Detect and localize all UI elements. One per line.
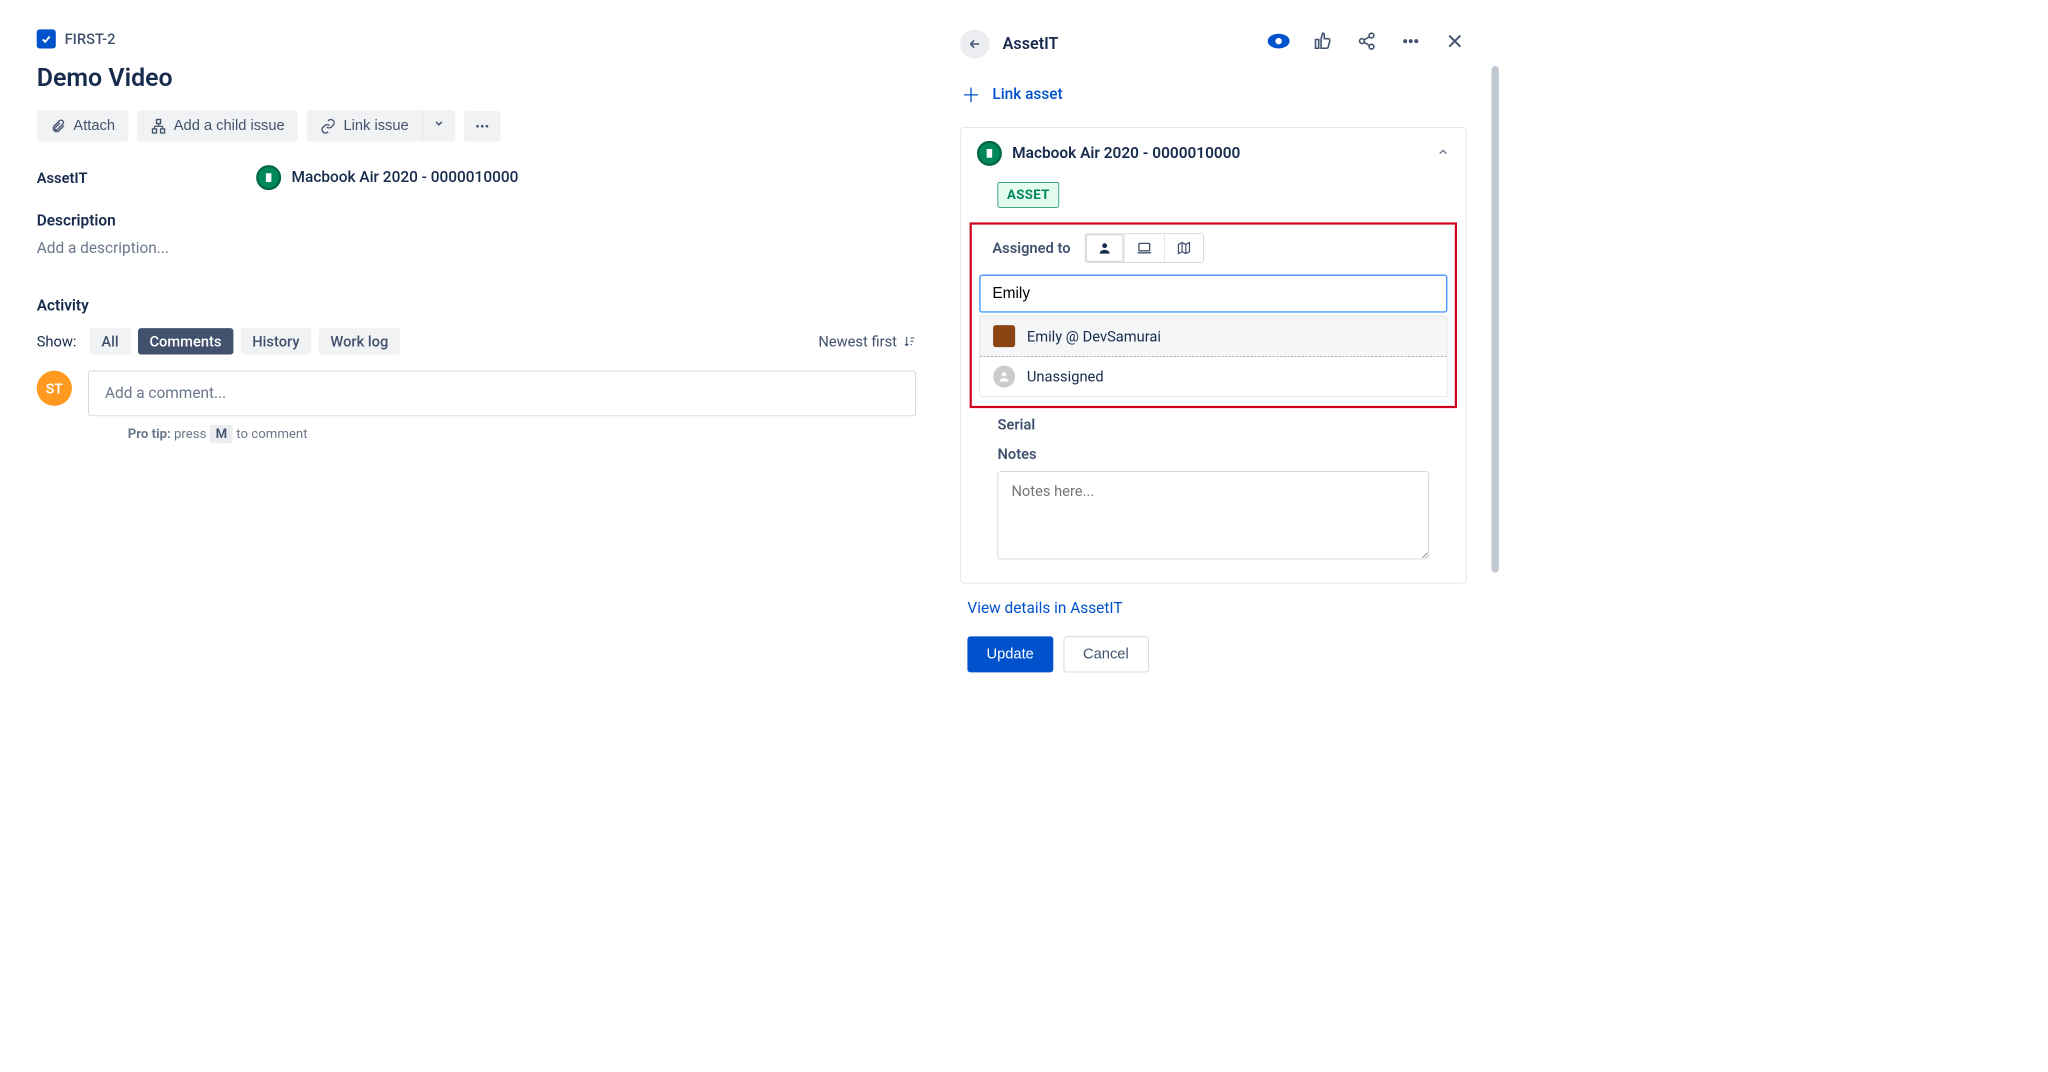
task-type-icon xyxy=(37,29,56,48)
tab-comments[interactable]: Comments xyxy=(138,328,233,354)
assignee-dropdown: Emily @ DevSamurai Unassigned xyxy=(979,316,1447,397)
share-button[interactable] xyxy=(1355,29,1378,52)
chevron-up-icon xyxy=(1436,145,1449,158)
asset-icon xyxy=(977,141,1002,166)
link-issue-dropdown[interactable] xyxy=(422,110,455,142)
user-avatar: ST xyxy=(37,371,72,406)
close-button[interactable] xyxy=(1443,29,1466,52)
more-button[interactable] xyxy=(1399,29,1422,52)
paperclip-icon xyxy=(50,118,66,134)
comment-input[interactable]: Add a comment... xyxy=(88,371,916,417)
eye-icon xyxy=(1268,33,1290,49)
scrollbar[interactable] xyxy=(1491,66,1498,572)
asset-card-title[interactable]: Macbook Air 2020 - 0000010000 xyxy=(977,141,1240,166)
pro-tip: Pro tip: press M to comment xyxy=(128,426,916,441)
breadcrumb[interactable]: FIRST-2 xyxy=(37,29,916,48)
serial-label: Serial xyxy=(977,415,1450,433)
assetit-field-label: AssetIT xyxy=(37,169,88,187)
assignee-option-emily[interactable]: Emily @ DevSamurai xyxy=(980,316,1447,356)
assign-type-device[interactable] xyxy=(1125,234,1165,262)
link-issue-button[interactable]: Link issue xyxy=(307,110,422,142)
assignee-search-input[interactable] xyxy=(979,275,1447,313)
activity-heading: Activity xyxy=(37,297,916,315)
plus-icon: ＋ xyxy=(962,81,981,108)
cancel-button[interactable]: Cancel xyxy=(1063,636,1148,672)
dots-icon xyxy=(1401,32,1420,51)
collapse-button[interactable] xyxy=(1436,145,1449,161)
tab-history[interactable]: History xyxy=(241,328,312,354)
issue-title[interactable]: Demo Video xyxy=(37,63,916,92)
link-icon xyxy=(320,118,336,134)
share-icon xyxy=(1357,32,1376,51)
link-asset-button[interactable]: ＋ Link asset xyxy=(960,75,1466,124)
chevron-down-icon xyxy=(433,117,445,129)
assign-type-location[interactable] xyxy=(1165,234,1203,262)
vote-button[interactable] xyxy=(1311,29,1334,52)
tree-icon xyxy=(150,118,166,134)
user-avatar-icon xyxy=(993,325,1015,347)
show-label: Show: xyxy=(37,333,77,351)
sort-desc-icon xyxy=(903,335,916,348)
assigned-to-label: Assigned to xyxy=(992,239,1070,257)
arrow-left-icon xyxy=(967,37,982,52)
sort-button[interactable]: Newest first xyxy=(818,333,916,351)
map-icon xyxy=(1177,241,1192,256)
person-icon xyxy=(1098,241,1113,256)
assetit-field-value[interactable]: Macbook Air 2020 - 0000010000 xyxy=(256,165,518,190)
description-input[interactable]: Add a description... xyxy=(37,240,916,258)
laptop-icon xyxy=(1137,240,1153,256)
highlighted-region: Assigned to xyxy=(970,222,1457,408)
tab-worklog[interactable]: Work log xyxy=(319,328,400,354)
tab-all[interactable]: All xyxy=(90,328,131,354)
assignee-option-unassigned[interactable]: Unassigned xyxy=(980,357,1447,397)
sidebar-app-name: AssetIT xyxy=(1003,35,1059,53)
update-button[interactable]: Update xyxy=(967,636,1053,672)
back-button[interactable] xyxy=(960,29,989,58)
dots-icon xyxy=(474,118,490,134)
notes-label: Notes xyxy=(977,445,1450,463)
unassigned-avatar-icon xyxy=(993,366,1015,388)
close-icon xyxy=(1445,32,1464,51)
description-heading: Description xyxy=(37,212,916,230)
watch-button[interactable] xyxy=(1267,29,1290,52)
add-child-issue-button[interactable]: Add a child issue xyxy=(137,110,298,142)
asset-icon xyxy=(256,165,281,190)
attach-button[interactable]: Attach xyxy=(37,110,129,142)
view-details-link[interactable]: View details in AssetIT xyxy=(967,600,1122,618)
more-actions-button[interactable] xyxy=(464,110,501,141)
asset-type-badge: ASSET xyxy=(998,182,1060,208)
issue-key[interactable]: FIRST-2 xyxy=(65,30,116,48)
assign-type-user[interactable] xyxy=(1086,234,1125,262)
notes-textarea[interactable] xyxy=(998,471,1430,559)
thumbs-up-icon xyxy=(1313,32,1332,51)
